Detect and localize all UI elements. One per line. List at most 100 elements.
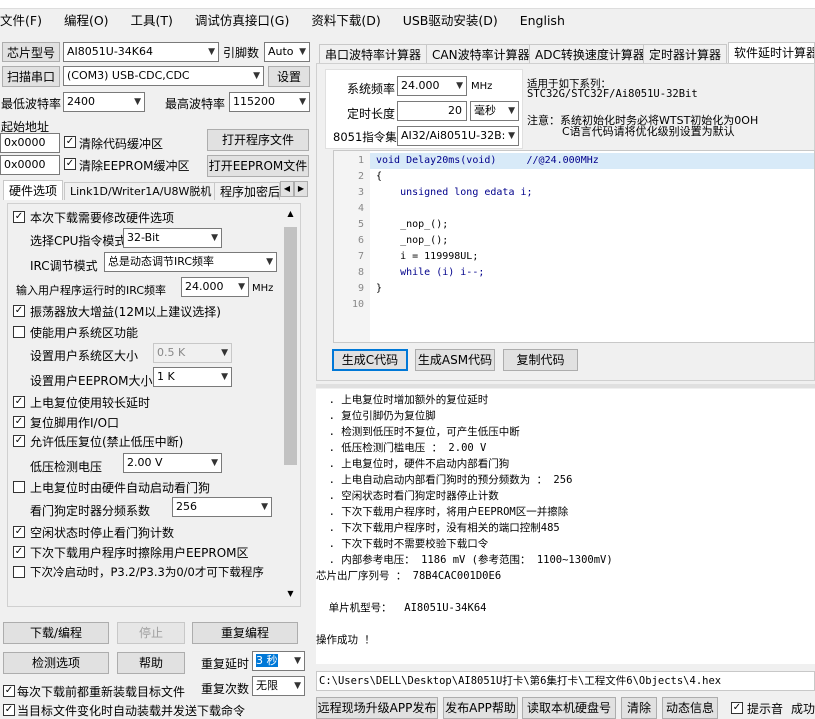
- tab-scroll-left-button[interactable]: ◀: [280, 181, 294, 197]
- modify-hw-label: 本次下载需要修改硬件选项: [30, 211, 175, 225]
- auto-send-checkbox[interactable]: ✓: [3, 704, 15, 716]
- read-disk-id-button[interactable]: 读取本机硬盘号: [522, 697, 616, 719]
- irc-freq-select[interactable]: 24.000 ▼: [181, 277, 249, 297]
- code-line: 9}: [357, 283, 383, 294]
- sys-freq-label: 系统频率: [347, 82, 396, 96]
- log-line: . 下次下载用户程序时，将用户EEPROM区一并擦除: [316, 506, 569, 518]
- modify-hw-checkbox[interactable]: ✓: [13, 211, 25, 223]
- tab-can-baud-calc[interactable]: CAN波特率计算器: [426, 44, 536, 64]
- menu-debug[interactable]: 调试仿真接口(G): [195, 13, 289, 28]
- port-select[interactable]: (COM3) USB-CDC,CDC ▼: [63, 66, 264, 86]
- user-system-area-checkbox[interactable]: [13, 326, 25, 338]
- tab-offline[interactable]: Link1D/Writer1A/U8W脱机: [64, 182, 218, 200]
- code-editor[interactable]: 1 void Delay20ms(void) //@24.000MHz 2{ 3 …: [333, 150, 815, 343]
- tab-adc-speed-calc[interactable]: ADC转换速度计算器: [529, 44, 651, 64]
- stop-button[interactable]: 停止: [117, 622, 185, 644]
- applicable-series-list: STC32G/STC32F/Ai8051U-32Bit: [527, 88, 698, 100]
- osc-gain-checkbox[interactable]: ✓: [13, 305, 25, 317]
- menu-english[interactable]: English: [520, 13, 565, 28]
- chevron-down-icon: ▼: [211, 458, 218, 468]
- delay-length-input[interactable]: 20: [397, 101, 467, 121]
- copy-code-button[interactable]: 复制代码: [503, 349, 578, 371]
- code-line: 3 unsigned long edata i;: [357, 187, 533, 198]
- chevron-down-icon: ▼: [253, 71, 260, 81]
- min-baud-select[interactable]: 2400 ▼: [63, 92, 145, 112]
- log-output[interactable]: . 上电复位时增加额外的复位延时 . 复位引脚仍为复位脚 . 检测到低压时不复位…: [316, 389, 815, 664]
- tab-hardware-options[interactable]: 硬件选项: [3, 180, 64, 200]
- idle-stop-wdt-label: 空闲状态时停止看门狗计数: [30, 526, 175, 540]
- clear-code-checkbox[interactable]: ✓: [64, 136, 76, 148]
- dynamic-info-button[interactable]: 动态信息: [662, 697, 718, 719]
- panel-splitter[interactable]: [316, 384, 815, 388]
- file-path-field[interactable]: C:\Users\DELL\Desktop\AI8051U打卡\第6集打卡\工程…: [316, 671, 815, 691]
- tab-uart-baud-calc[interactable]: 串口波特率计算器: [319, 44, 428, 64]
- clear-code-label: 清除代码缓冲区: [79, 137, 164, 151]
- log-line: . 低压检测门槛电压 ： 2.00 V: [316, 442, 487, 454]
- low-voltage-label: 低压检测电压: [30, 460, 103, 474]
- menu-usb-driver[interactable]: USB驱动安装(D): [403, 13, 498, 28]
- log-line: . 内部参考电压： 1186 mV (参考范围： 1100~1300mV): [316, 554, 613, 566]
- clear-log-button[interactable]: 清除: [621, 697, 657, 719]
- system-area-size-select[interactable]: 0.5 K ▼: [153, 343, 232, 363]
- check-options-button[interactable]: 检测选项: [3, 652, 109, 674]
- menu-file[interactable]: 文件(F): [0, 13, 42, 28]
- long-reset-delay-checkbox[interactable]: ✓: [13, 396, 25, 408]
- chevron-down-icon: ▼: [299, 47, 306, 57]
- reprogram-button[interactable]: 重复编程: [192, 622, 298, 644]
- settings-button[interactable]: 设置: [268, 66, 310, 87]
- tab-encrypt[interactable]: 程序加密后: [214, 182, 280, 200]
- low-voltage-select[interactable]: 2.00 V ▼: [123, 453, 222, 473]
- long-reset-delay-label: 上电复位使用较长延时: [30, 396, 151, 410]
- cold-boot-checkbox[interactable]: [13, 566, 25, 578]
- auto-send-label: 当目标文件变化时自动装载并发送下载命令: [17, 704, 246, 718]
- hw-watchdog-checkbox[interactable]: [13, 481, 25, 493]
- wdt-div-select[interactable]: 256 ▼: [172, 497, 272, 517]
- help-button[interactable]: 帮助: [117, 652, 185, 674]
- log-line: . 上电复位时，硬件不启动内部看门狗: [316, 458, 510, 470]
- osc-gain-label: 振荡器放大增益(12M以上建议选择): [30, 305, 221, 319]
- chip-type-select[interactable]: AI8051U-34K64 ▼: [63, 42, 219, 62]
- scroll-up-icon[interactable]: ▲: [282, 209, 299, 223]
- tab-scroll-right-button[interactable]: ▶: [294, 181, 308, 197]
- note-optimization: C语言代码请将优化级别设置为默认: [562, 125, 735, 138]
- isa-select[interactable]: AI32/Ai8051U-32B: ▼: [397, 126, 519, 146]
- chevron-down-icon: ▼: [508, 106, 515, 116]
- tab-timer-calc[interactable]: 定时器计算器: [643, 44, 728, 64]
- open-program-file-button[interactable]: 打开程序文件: [207, 129, 309, 151]
- eeprom-address-input[interactable]: 0x0000: [0, 155, 60, 175]
- idle-stop-wdt-checkbox[interactable]: ✓: [13, 526, 25, 538]
- title-bar: [0, 0, 815, 9]
- menu-program[interactable]: 编程(O): [64, 13, 109, 28]
- generate-c-button[interactable]: 生成C代码: [332, 349, 408, 371]
- options-scrollbar[interactable]: ▲ ▼: [282, 207, 299, 605]
- menu-tools[interactable]: 工具(T): [131, 13, 173, 28]
- menu-download[interactable]: 资料下载(D): [311, 13, 380, 28]
- scan-port-button[interactable]: 扫描串口: [2, 66, 60, 87]
- irc-mode-select[interactable]: 总是动态调节IRC频率 ▼: [104, 252, 277, 272]
- eeprom-size-label: 设置用户EEPROM大小: [30, 374, 153, 388]
- generate-asm-button[interactable]: 生成ASM代码: [415, 349, 495, 371]
- sys-freq-select[interactable]: 24.000 ▼: [397, 76, 467, 96]
- reset-pin-io-checkbox[interactable]: ✓: [13, 416, 25, 428]
- remote-upgrade-publish-button[interactable]: 远程现场升级APP发布: [316, 697, 438, 719]
- beep-checkbox[interactable]: ✓: [731, 702, 743, 714]
- cpu-mode-select[interactable]: 32-Bit ▼: [123, 228, 222, 248]
- pin-count-select[interactable]: Auto ▼: [264, 42, 310, 62]
- clear-eeprom-checkbox[interactable]: ✓: [64, 158, 76, 170]
- erase-eeprom-checkbox[interactable]: ✓: [13, 546, 25, 558]
- scroll-thumb[interactable]: [284, 227, 297, 465]
- max-baud-select[interactable]: 115200 ▼: [229, 92, 310, 112]
- low-voltage-reset-checkbox[interactable]: ✓: [13, 435, 25, 447]
- open-eeprom-file-button[interactable]: 打开EEPROM文件: [207, 155, 309, 177]
- reload-target-checkbox[interactable]: ✓: [3, 685, 15, 697]
- scroll-down-icon[interactable]: ▼: [282, 589, 299, 603]
- eeprom-size-select[interactable]: 1 K ▼: [153, 367, 232, 387]
- code-address-input[interactable]: 0x0000: [0, 133, 60, 153]
- delay-unit-select[interactable]: 毫秒 ▼: [470, 101, 519, 121]
- download-program-button[interactable]: 下载/编程: [3, 622, 109, 644]
- publish-app-help-button[interactable]: 发布APP帮助: [443, 697, 518, 719]
- repeat-count-select[interactable]: 无限 ▼: [252, 676, 305, 696]
- repeat-delay-select[interactable]: 3 秒 ▼: [252, 651, 305, 671]
- tab-delay-calc[interactable]: 软件延时计算器: [728, 42, 815, 64]
